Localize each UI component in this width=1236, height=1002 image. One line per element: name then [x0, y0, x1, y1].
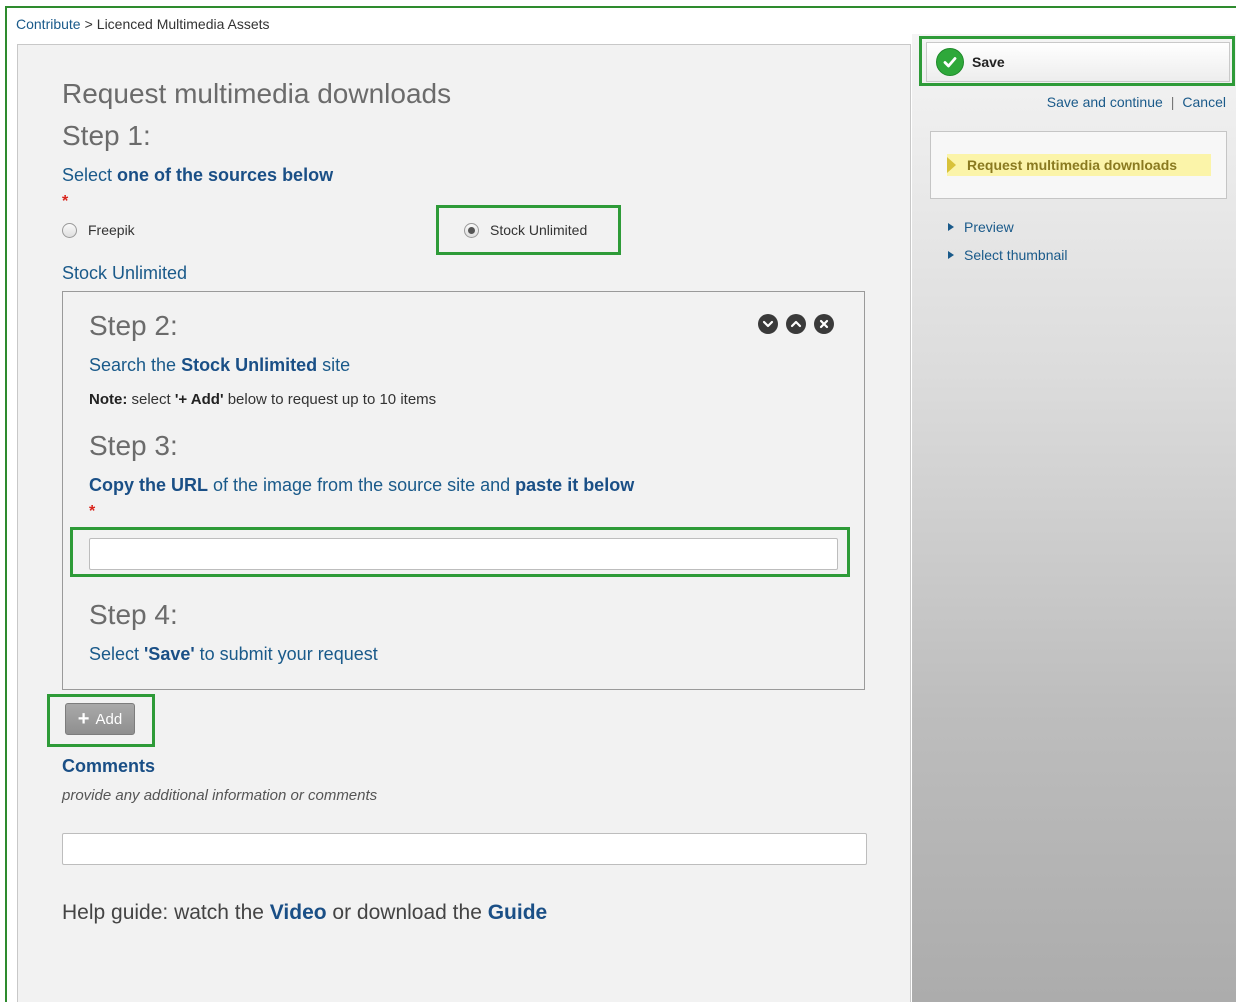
step1-required-mark: * — [62, 193, 69, 210]
remove-icon[interactable] — [814, 314, 834, 334]
help-video-link[interactable]: Video — [270, 901, 327, 924]
step4-instruction: Select 'Save' to submit your request — [89, 644, 378, 664]
save-and-continue-link[interactable]: Save and continue — [1047, 94, 1163, 110]
step4-heading: Step 4: — [89, 599, 178, 630]
workflow-current-step[interactable]: Request multimedia downloads — [947, 154, 1211, 176]
sidebar-action-links: Save and continue | Cancel — [1046, 94, 1226, 110]
highlight-save-button — [919, 36, 1235, 86]
highlight-url-input — [70, 527, 850, 577]
step1-heading: Step 1: — [62, 120, 151, 151]
comments-input[interactable] — [62, 833, 867, 865]
help-guide-link[interactable]: Guide — [488, 901, 548, 924]
comments-label: Comments — [62, 756, 156, 776]
item-controls — [758, 314, 834, 334]
step2-instruction: Search the Stock Unlimited site — [89, 355, 351, 375]
sidebar-item-select-thumbnail[interactable]: Select thumbnail — [948, 247, 1068, 263]
comments-hint: provide any additional information or co… — [62, 787, 378, 804]
breadcrumb-contribute-link[interactable]: Contribute — [16, 16, 81, 32]
triangle-right-icon — [948, 223, 954, 231]
step2-note: Note: select '+ Add' below to request up… — [89, 391, 437, 408]
breadcrumb: Contribute > Licenced Multimedia Assets — [16, 16, 270, 32]
step3-instruction: Copy the URL of the image from the sourc… — [89, 475, 635, 495]
breadcrumb-current: Licenced Multimedia Assets — [96, 16, 270, 32]
selected-source-label: Stock Unlimited — [62, 263, 188, 283]
current-step-arrow-icon — [947, 157, 956, 173]
step3-required-mark: * — [89, 503, 96, 520]
page-title: Request multimedia downloads — [62, 78, 452, 109]
radio-freepik-button[interactable] — [62, 222, 77, 238]
sidebar-item-preview[interactable]: Preview — [948, 219, 1014, 235]
breadcrumb-separator: > — [84, 16, 93, 32]
highlight-stock-unlimited — [436, 205, 621, 255]
cancel-link[interactable]: Cancel — [1182, 94, 1226, 110]
radio-freepik[interactable]: Freepik — [62, 222, 135, 238]
move-up-icon[interactable] — [786, 314, 806, 334]
highlight-add-button — [47, 694, 155, 747]
radio-freepik-label: Freepik — [88, 222, 135, 238]
step2-heading: Step 2: — [89, 310, 178, 341]
triangle-right-icon — [948, 251, 954, 259]
help-guide: Help guide: watch the Video or download … — [62, 901, 548, 924]
move-down-icon[interactable] — [758, 314, 778, 334]
workflow-nav: Request multimedia downloads — [930, 131, 1227, 199]
step3-heading: Step 3: — [89, 430, 178, 461]
step1-instruction: Select one of the sources below — [62, 165, 334, 185]
